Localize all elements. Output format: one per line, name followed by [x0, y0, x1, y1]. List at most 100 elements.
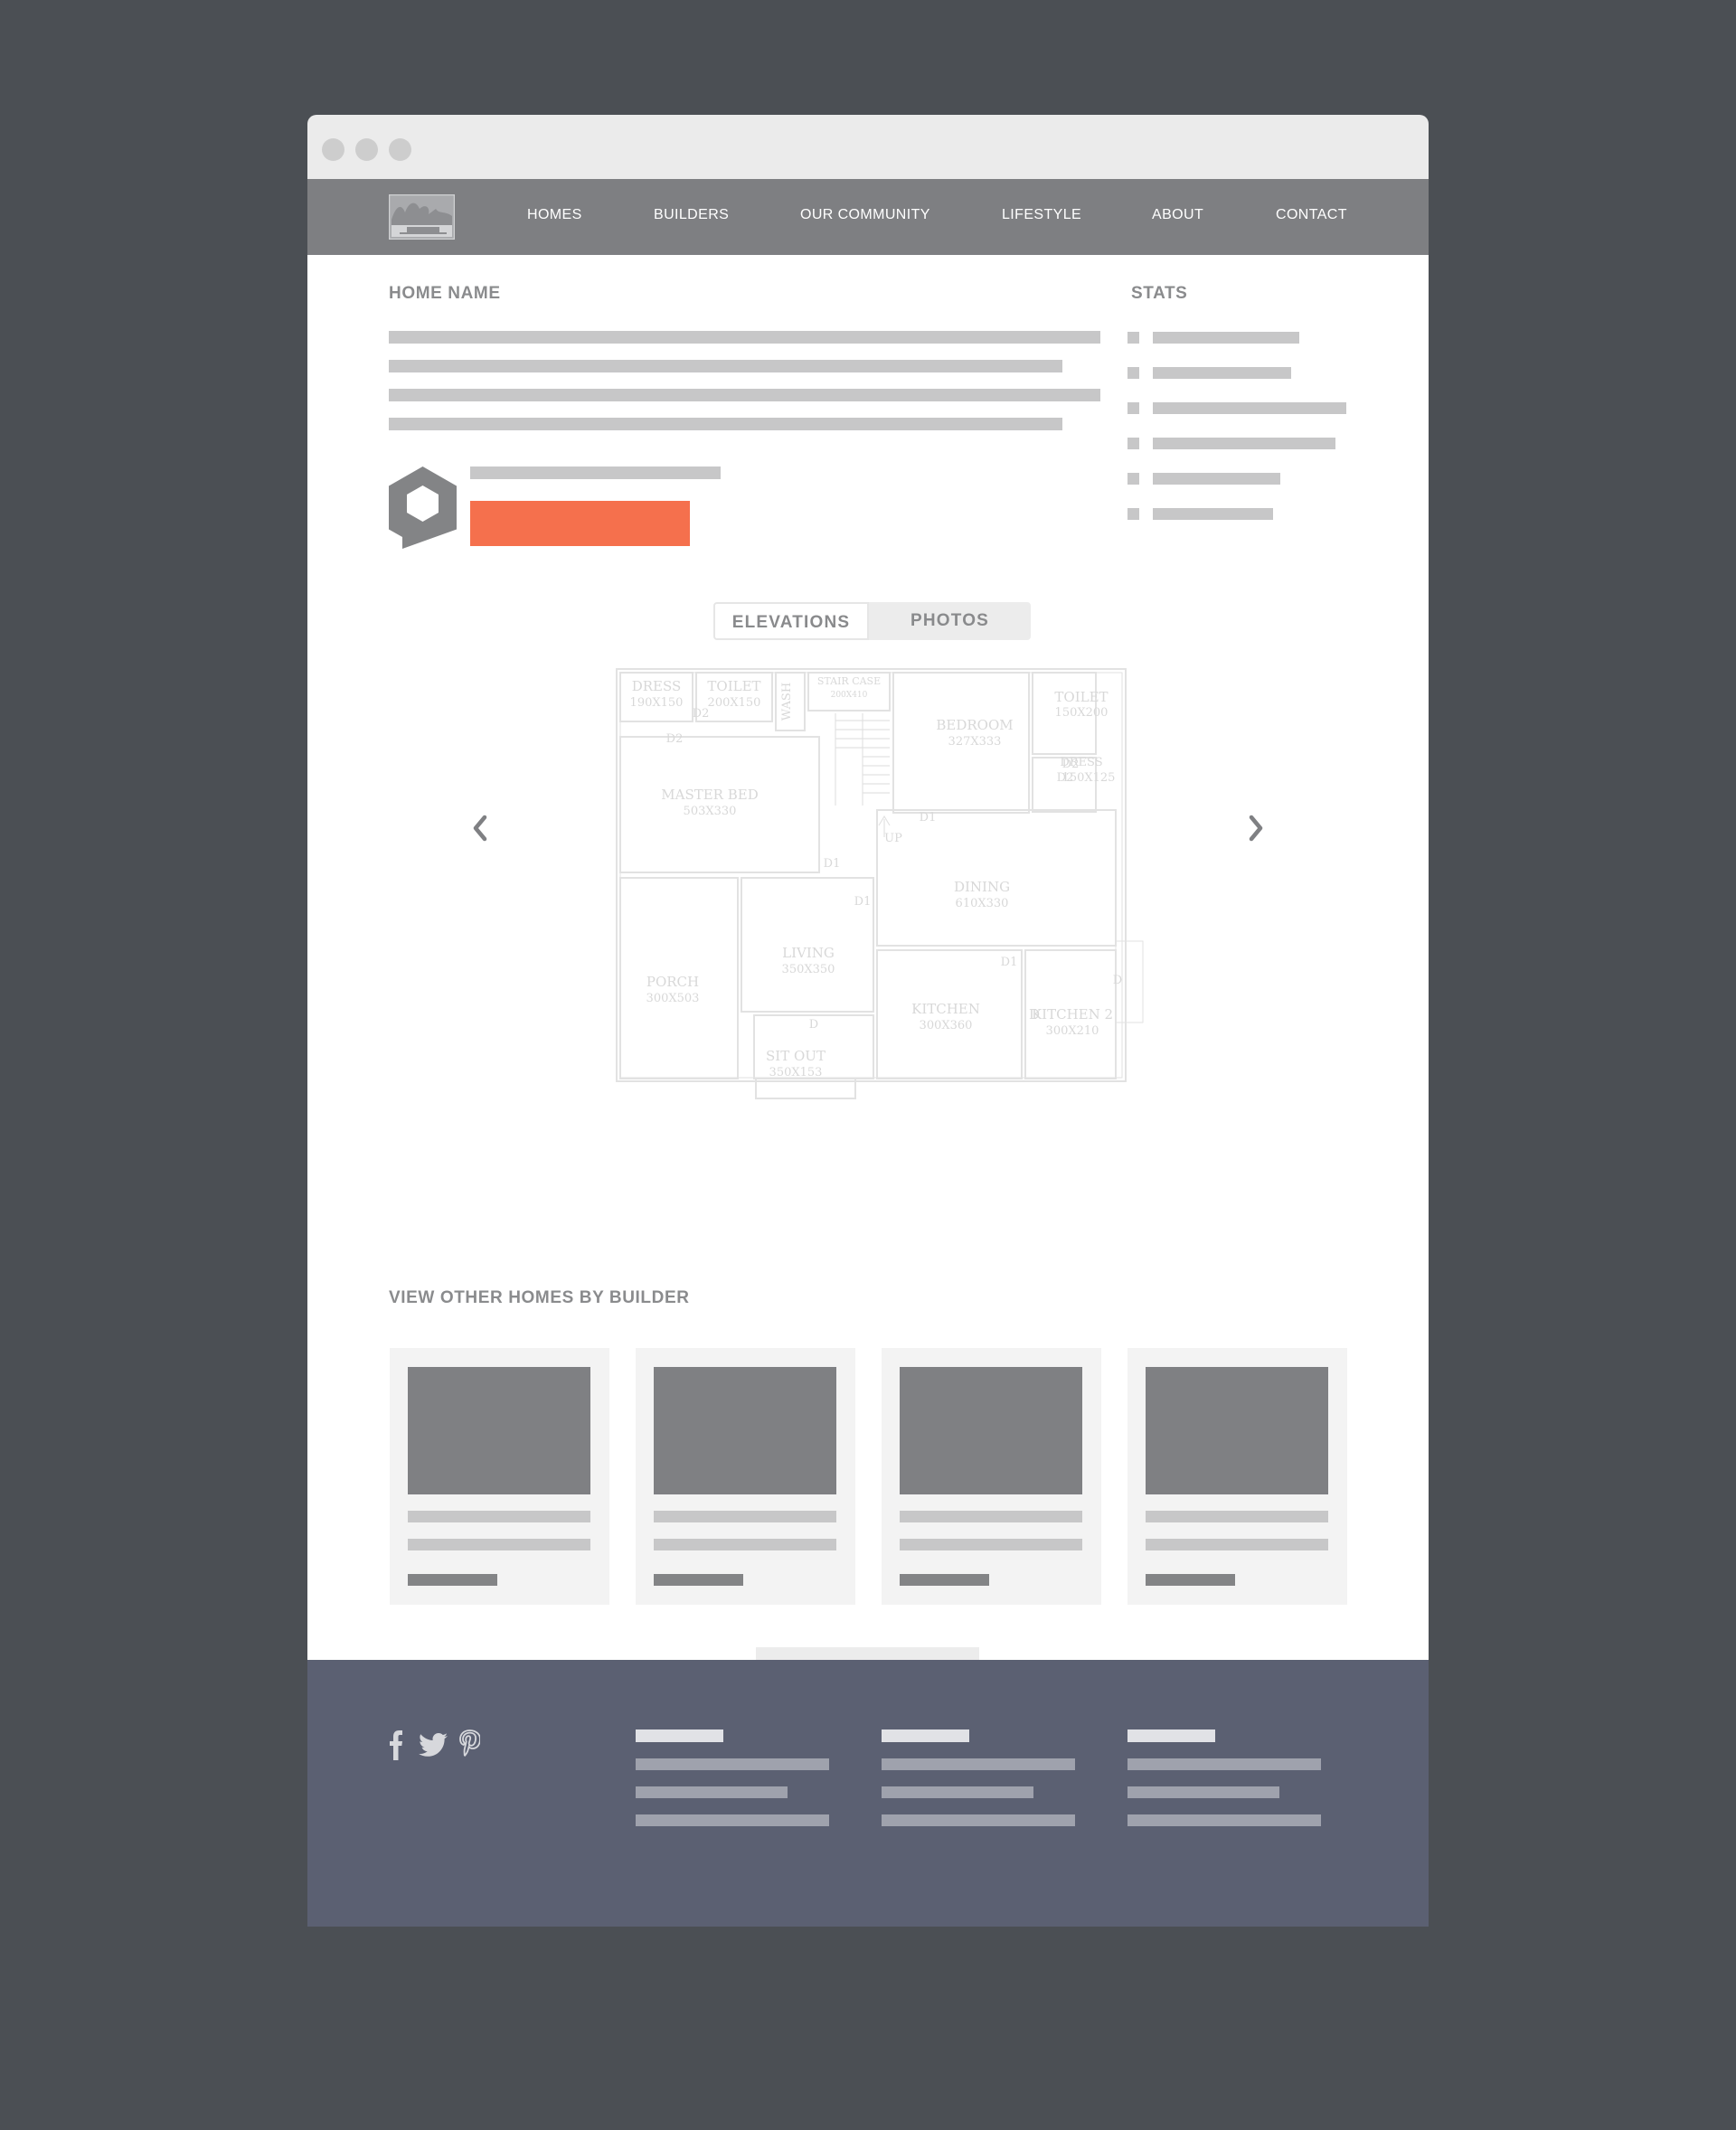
window-close-dot[interactable] [322, 138, 344, 161]
footer-col-heading [636, 1729, 723, 1742]
fp-label: LIVING [782, 945, 835, 961]
window-minimize-dot[interactable] [355, 138, 378, 161]
fp-label: SIT OUT [766, 1048, 826, 1064]
fp-label: TOILET [707, 678, 760, 694]
home-card[interactable] [636, 1348, 855, 1605]
fp-label: D1 [854, 895, 872, 909]
pinterest-icon[interactable] [458, 1729, 480, 1760]
description-line [389, 418, 1062, 430]
stat-bullet [1127, 367, 1139, 379]
fp-label: KITCHEN [911, 1001, 980, 1017]
home-card[interactable] [390, 1348, 609, 1605]
footer-link[interactable] [1127, 1758, 1321, 1770]
fp-label: D1 [920, 811, 937, 825]
builder-homes-title: VIEW OTHER HOMES BY BUILDER [389, 1288, 690, 1307]
fp-label: 300X503 [646, 992, 700, 1005]
home-card-line [654, 1511, 836, 1522]
footer-link[interactable] [1127, 1786, 1279, 1798]
home-card-line [654, 1574, 743, 1586]
nav-homes[interactable]: HOMES [527, 206, 582, 224]
nav-our-community[interactable]: OUR COMMUNITY [800, 206, 930, 224]
browser-title-bar [307, 115, 1429, 179]
fp-label: TOILET [1054, 689, 1108, 705]
footer-link[interactable] [882, 1758, 1075, 1770]
home-card-line [654, 1539, 836, 1550]
fp-label: D [809, 1018, 818, 1032]
description-line [389, 389, 1100, 401]
home-card-line [900, 1511, 1082, 1522]
fp-label: DRESS [632, 678, 682, 694]
fp-label: D2 [1062, 758, 1080, 771]
home-card-line [1146, 1539, 1328, 1550]
fp-label: PORCH [646, 974, 699, 990]
fp-label: D1 [1001, 956, 1018, 969]
builder-logo[interactable] [389, 467, 457, 549]
fp-label: 300X210 [1046, 1024, 1099, 1038]
builder-name-placeholder [470, 467, 721, 479]
footer-link[interactable] [636, 1758, 829, 1770]
nav-lifestyle[interactable]: LIFESTYLE [1002, 206, 1081, 224]
description-line [389, 360, 1062, 372]
home-card-line [1146, 1511, 1328, 1522]
stat-bullet [1127, 508, 1139, 520]
fp-label: 200X410 [831, 691, 868, 700]
description-line [389, 331, 1100, 344]
footer-col-heading [882, 1729, 969, 1742]
home-card-line [408, 1511, 590, 1522]
nav-about[interactable]: ABOUT [1152, 206, 1203, 224]
tab-photos[interactable]: PHOTOS [869, 602, 1031, 640]
fp-label: STAIR CASE [817, 675, 881, 687]
footer-link[interactable] [636, 1786, 788, 1798]
home-card-image [1146, 1367, 1328, 1494]
nav-contact[interactable]: CONTACT [1276, 206, 1347, 224]
stat-line [1153, 508, 1273, 520]
fp-label: D2 [1057, 771, 1074, 785]
stat-bullet [1127, 332, 1139, 344]
browser-window: HOMES BUILDERS OUR COMMUNITY LIFESTYLE A… [307, 115, 1429, 1927]
stat-line [1153, 438, 1335, 449]
window-maximize-dot[interactable] [389, 138, 411, 161]
prev-arrow-icon[interactable] [467, 810, 494, 846]
footer-link[interactable] [882, 1814, 1075, 1826]
stat-line [1153, 473, 1280, 485]
footer-link[interactable] [636, 1814, 829, 1826]
tab-elevations[interactable]: ELEVATIONS [713, 602, 869, 640]
floor-plan-image: DRESS 190X150 TOILET 200X150 WASH STAIR … [616, 668, 1144, 1099]
site-logo[interactable] [389, 194, 455, 240]
home-card-line [408, 1539, 590, 1550]
home-card-line [900, 1539, 1082, 1550]
stat-bullet [1127, 473, 1139, 485]
footer-link[interactable] [882, 1786, 1033, 1798]
fp-label: D2 [666, 732, 684, 746]
fp-label: 300X360 [920, 1019, 973, 1032]
fp-label: 350X350 [782, 963, 835, 976]
home-name-title: HOME NAME [389, 284, 501, 303]
fp-label: 327X333 [948, 735, 1002, 749]
home-card[interactable] [882, 1348, 1101, 1605]
fp-label: MASTER BED [661, 787, 758, 803]
stat-bullet [1127, 402, 1139, 414]
fp-label: 503X330 [684, 805, 737, 818]
twitter-icon[interactable] [418, 1729, 448, 1760]
footer [307, 1660, 1429, 1927]
stat-bullet [1127, 438, 1139, 449]
home-card-image [408, 1367, 590, 1494]
navbar: HOMES BUILDERS OUR COMMUNITY LIFESTYLE A… [307, 179, 1429, 255]
home-card[interactable] [1127, 1348, 1347, 1605]
footer-link[interactable] [1127, 1814, 1321, 1826]
fp-label: 200X150 [708, 696, 761, 710]
home-card-line [900, 1574, 989, 1586]
stat-line [1153, 402, 1346, 414]
next-arrow-icon[interactable] [1242, 810, 1269, 846]
fp-label: DINING [954, 879, 1010, 895]
main-content: HOME NAME STATS ELEVATIONS PHOTOS DRESS … [307, 255, 1429, 1697]
fp-label: KITCHEN 2 [1032, 1006, 1113, 1023]
fp-label: D2 [693, 707, 710, 721]
home-card-line [408, 1574, 497, 1586]
stats-title: STATS [1131, 284, 1188, 303]
facebook-icon[interactable] [389, 1729, 403, 1760]
fp-label: 610X330 [956, 897, 1009, 910]
nav-builders[interactable]: BUILDERS [654, 206, 729, 224]
builder-cta-button[interactable] [470, 501, 690, 546]
fp-label: WASH [780, 683, 794, 721]
